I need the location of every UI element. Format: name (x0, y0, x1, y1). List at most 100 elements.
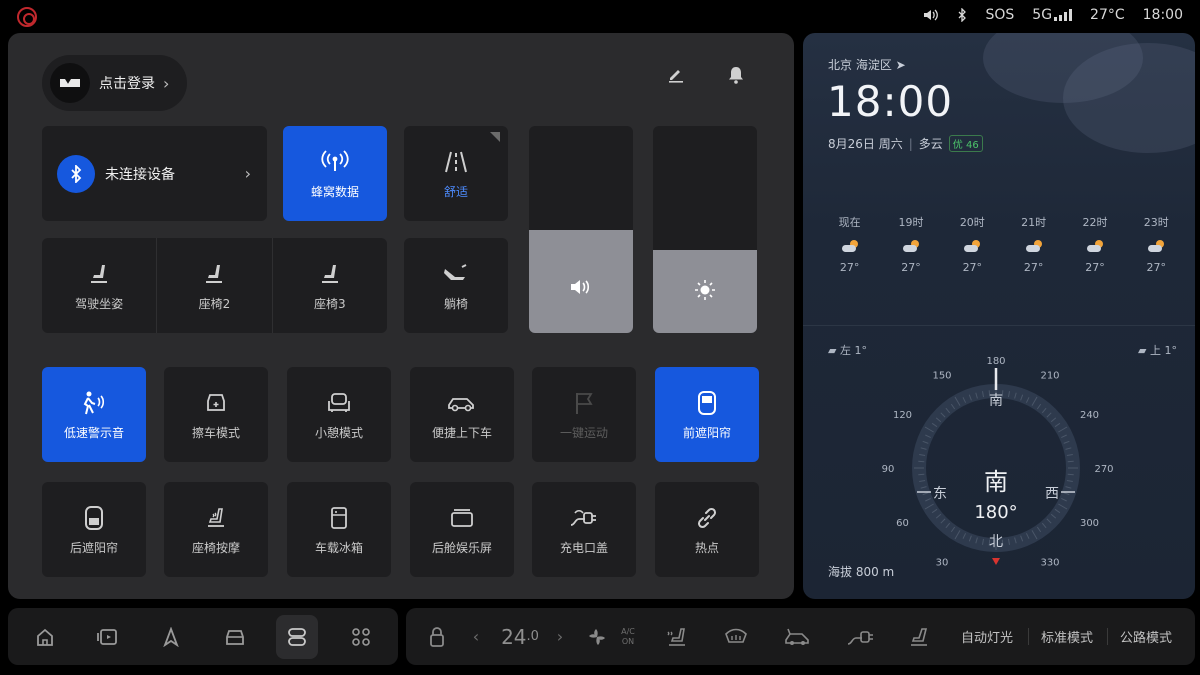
corner-indicator (490, 132, 500, 142)
defrost-button[interactable] (722, 608, 750, 665)
hour-label: 21时 (1021, 216, 1047, 229)
temperature-display: 24.0 (501, 624, 539, 649)
grid-icon (352, 628, 370, 646)
chevron-left-icon: ‹ (472, 627, 480, 646)
weather-condition: 多云 (918, 137, 943, 151)
separator (1107, 628, 1108, 645)
seat-recline-icon (911, 627, 928, 646)
volume-slider[interactable] (529, 126, 633, 333)
driving-mode-label: 舒适 (443, 185, 468, 199)
partly-cloudy-icon (1148, 240, 1165, 252)
weather-compass-panel: 北京 海淀区 ➤ 18:00 8月26日 周六 | 多云 优 46 现在 27° 1… (803, 33, 1195, 599)
standard-mode-button[interactable]: 标准模式 (1038, 608, 1096, 665)
charge-port-button[interactable]: 充电口盖 (532, 482, 636, 577)
bottom-nav (8, 608, 398, 665)
heading-degrees: 180° (974, 502, 1017, 523)
tailgate-button[interactable] (784, 608, 812, 665)
fridge-label: 车载冰箱 (314, 541, 363, 555)
car-front-icon (226, 630, 244, 645)
partly-cloudy-icon (902, 240, 919, 252)
seat-driver-label: 驾驶坐姿 (75, 297, 124, 311)
auto-lights-button[interactable]: 自动灯光 (958, 608, 1016, 665)
lock-button[interactable] (424, 608, 450, 665)
hotspot-label: 热点 (694, 541, 719, 555)
rest-mode-button[interactable]: 小憩模式 (287, 367, 391, 462)
seat-massage-button[interactable]: 座椅按摩 (164, 482, 268, 577)
car-wash-icon (201, 388, 231, 418)
weather-date-line: 8月26日 周六 | 多云 优 46 (828, 135, 983, 152)
bluetooth-tile[interactable]: 未连接设备 › (42, 126, 267, 221)
notification-button[interactable] (724, 63, 748, 87)
volume-icon (529, 278, 633, 296)
compass-degree-label: 240 (1080, 410, 1099, 421)
rear-screen-button[interactable]: 后舱娱乐屏 (410, 482, 514, 577)
front-sunshade-toggle[interactable]: 前遮阳帘 (655, 367, 759, 462)
status-time: 18:00 (1142, 7, 1183, 23)
rear-sunshade-button[interactable]: 后遮阳帘 (42, 482, 146, 577)
front-sunshade-label: 前遮阳帘 (682, 426, 731, 440)
weather-location[interactable]: 北京 海淀区 ➤ (828, 56, 906, 73)
bell-icon (729, 67, 743, 84)
edit-button[interactable] (664, 63, 688, 87)
hour-label: 19时 (898, 216, 924, 229)
seat-recline-quick-button[interactable] (906, 608, 934, 665)
compass-degree-label: 330 (1040, 558, 1059, 569)
road-mode-button[interactable]: 公路模式 (1117, 608, 1175, 665)
weather-date: 8月26日 周六 (828, 137, 903, 151)
chevron-right-icon: › (163, 73, 170, 93)
seat-3-button[interactable]: 座椅3 (273, 238, 387, 333)
cellular-data-toggle[interactable]: 蜂窝数据 (283, 126, 387, 221)
fridge-button[interactable]: 车载冰箱 (287, 482, 391, 577)
rear-sunshade-label: 后遮阳帘 (69, 541, 118, 555)
seat-heat-button[interactable] (664, 608, 692, 665)
compass-degree-label: 30 (936, 558, 949, 569)
control-center-panel: 点击登录 › 未连接设备 › 蜂窝数据 舒适 驾驶坐姿 座椅2 座椅3 躺椅 低… (8, 33, 794, 599)
partly-cloudy-icon (1086, 240, 1103, 252)
flag-icon (569, 388, 599, 418)
seat-driver-button[interactable]: 驾驶坐姿 (42, 238, 158, 333)
seat-massage-label: 座椅按摩 (191, 541, 240, 555)
heading-direction: 南 (984, 468, 1008, 496)
media-button[interactable] (86, 615, 128, 659)
compass-degree-label: 90 (882, 464, 895, 475)
easy-access-label: 便捷上下车 (431, 426, 492, 440)
compass-bottom-mark: 北 (989, 534, 1003, 550)
hour-temperature: 27° (839, 261, 860, 274)
apps-button[interactable] (340, 615, 382, 659)
temp-down-button[interactable]: ‹ (468, 608, 484, 665)
control-center-button[interactable] (276, 615, 318, 659)
brightness-slider[interactable] (653, 126, 757, 333)
hotspot-button[interactable]: 热点 (655, 482, 759, 577)
hour-temperature: 27° (962, 261, 983, 274)
home-button[interactable] (24, 615, 66, 659)
temp-up-button[interactable]: › (552, 608, 568, 665)
aqi-badge: 优 46 (948, 135, 983, 152)
seat-icon (84, 259, 114, 289)
driving-mode-tile[interactable]: 舒适 (404, 126, 508, 221)
armchair-icon (324, 388, 354, 418)
charge-port-quick-button[interactable] (846, 608, 876, 665)
seat-2-button[interactable]: 座椅2 (157, 238, 273, 333)
low-speed-alert-toggle[interactable]: 低速警示音 (42, 367, 146, 462)
tilt-up: ▰ 上 1° (1138, 344, 1177, 357)
pedestrian-sound-icon (79, 388, 109, 418)
partly-cloudy-icon (964, 240, 981, 252)
navigation-button[interactable] (150, 615, 192, 659)
sunshade-rear-icon (79, 503, 109, 533)
bluetooth-label: 未连接设备 (105, 166, 175, 183)
ac-status[interactable]: A/C ON (618, 608, 638, 665)
hour-label: 现在 (838, 216, 861, 229)
partly-cloudy-icon (1025, 240, 1042, 252)
login-button[interactable]: 点击登录 › (42, 55, 187, 111)
vehicle-button[interactable] (214, 615, 256, 659)
fan-button[interactable] (584, 608, 610, 665)
antenna-icon (320, 147, 350, 177)
compass-degree-label: 210 (1040, 371, 1059, 382)
easy-access-button[interactable]: 便捷上下车 (410, 367, 514, 462)
compass-degree-label: 0 (993, 572, 999, 573)
sos-label[interactable]: SOS (985, 7, 1014, 23)
recline-button[interactable]: 躺椅 (404, 238, 508, 333)
one-key-sport-button[interactable]: 一键运动 (532, 367, 636, 462)
north-pointer-icon (992, 558, 1000, 565)
car-wash-mode-button[interactable]: 擦车模式 (164, 367, 268, 462)
